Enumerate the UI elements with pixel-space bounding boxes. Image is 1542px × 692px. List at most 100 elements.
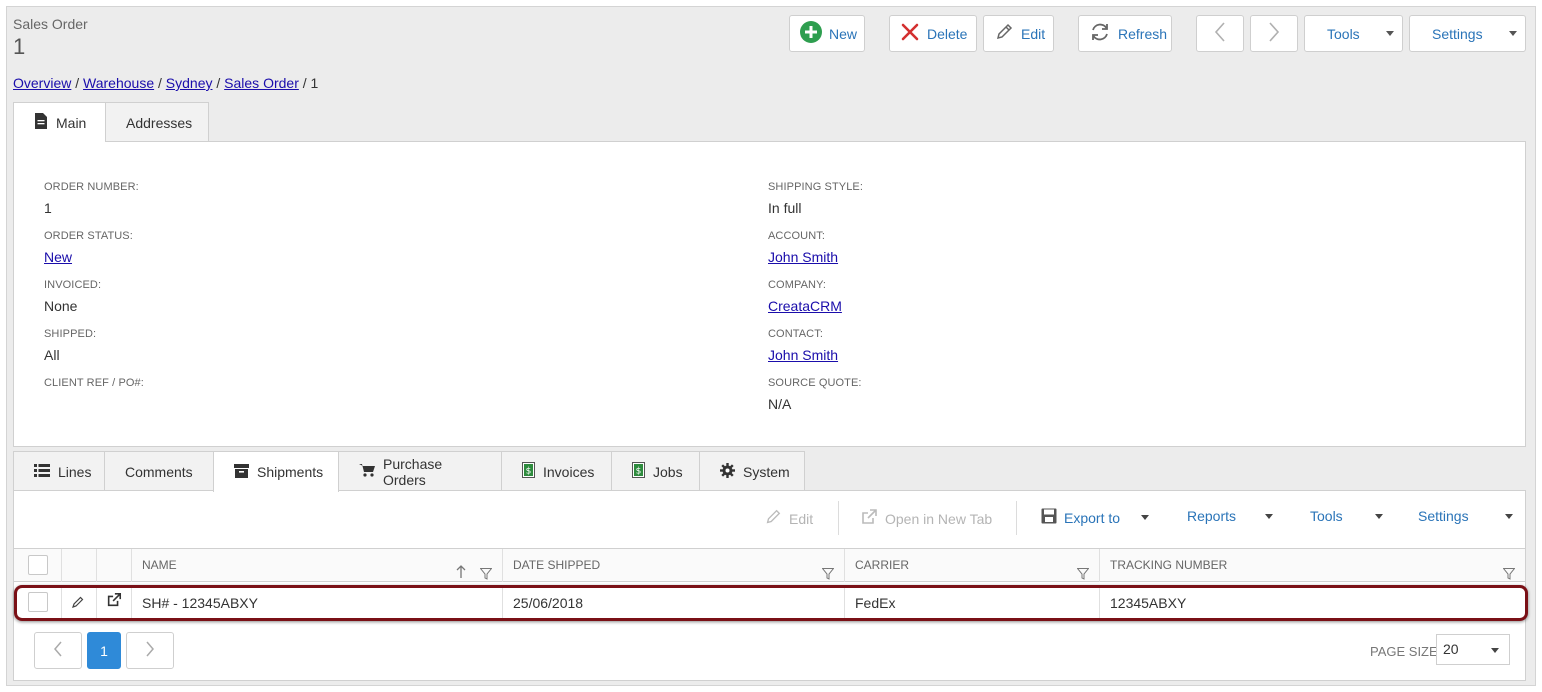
caret-down-icon [1491, 648, 1499, 653]
pencil-icon [994, 22, 1014, 45]
grid-edit-button[interactable]: Edit [764, 508, 813, 529]
column-header-name[interactable]: NAME [131, 549, 502, 582]
box-icon [234, 463, 249, 481]
source-quote-label: SOURCE QUOTE: [768, 377, 862, 389]
export-to-dropdown[interactable]: Export to [1041, 508, 1150, 527]
toolbar-divider [1016, 501, 1017, 535]
page-title: 1 [13, 34, 26, 59]
external-link-icon [860, 508, 878, 529]
tab-purchase-orders[interactable]: Purchase Orders [338, 451, 502, 491]
select-all-checkbox[interactable] [28, 555, 48, 575]
header-spacer [61, 549, 96, 582]
order-status-value: New [44, 249, 72, 265]
delete-button[interactable]: Delete [889, 15, 977, 52]
contact-value: John Smith [768, 347, 838, 363]
pager-next-button[interactable] [126, 632, 174, 669]
edit-button-label: Edit [1021, 25, 1046, 42]
tab-shipments-label: Shipments [257, 464, 324, 480]
pencil-icon [764, 508, 782, 529]
breadcrumb-link-sydney[interactable]: Sydney [166, 75, 213, 91]
new-button-label: New [829, 25, 858, 42]
svg-text:$: $ [526, 467, 532, 477]
grid-header: NAME DATE SHIPPED CARRIER TRACKING NUMBE… [14, 548, 1525, 582]
column-header-carrier-label: CARRIER [855, 558, 910, 572]
tab-invoices[interactable]: $ Invoices [501, 451, 612, 491]
tab-system[interactable]: System [699, 451, 805, 491]
new-button[interactable]: New [789, 15, 865, 52]
breadcrumb-link-warehouse[interactable]: Warehouse [83, 75, 154, 91]
order-status-link[interactable]: New [44, 249, 72, 265]
delete-button-label: Delete [927, 25, 968, 42]
cart-icon [359, 463, 375, 480]
contact-link[interactable]: John Smith [768, 347, 838, 363]
contact-label: CONTACT: [768, 328, 823, 340]
open-in-new-tab-label: Open in New Tab [885, 510, 993, 527]
grid-edit-label: Edit [789, 510, 814, 527]
plus-circle-icon [800, 21, 822, 46]
export-to-label: Export to [1064, 509, 1121, 526]
caret-down-icon [1509, 31, 1517, 36]
caret-down-icon [1141, 515, 1150, 520]
account-value: John Smith [768, 249, 838, 265]
tab-main[interactable]: Main [13, 102, 106, 142]
pager-previous-button[interactable] [34, 632, 82, 669]
account-link[interactable]: John Smith [768, 249, 838, 265]
breadcrumb-separator: / [75, 75, 80, 91]
gear-icon [720, 462, 735, 481]
row-highlight-annotation [14, 585, 1528, 621]
company-value: CreataCRM [768, 298, 842, 314]
tab-lines[interactable]: Lines [13, 451, 105, 491]
toolbar-divider [838, 501, 839, 535]
tab-lines-label: Lines [58, 463, 92, 480]
grid-tools-dropdown[interactable]: Tools [1310, 508, 1383, 524]
page-size-value: 20 [1443, 641, 1459, 657]
pager-page-button[interactable]: 1 [87, 632, 121, 669]
column-header-tracking-number[interactable]: TRACKING NUMBER [1099, 549, 1525, 582]
breadcrumb-link-sales-order[interactable]: Sales Order [224, 75, 299, 91]
tools-dropdown[interactable]: Tools [1304, 15, 1403, 52]
settings-dropdown[interactable]: Settings [1409, 15, 1526, 52]
tab-comments-label: Comments [125, 463, 193, 480]
tab-system-label: System [743, 463, 790, 480]
caret-down-icon [1504, 513, 1513, 519]
tab-shipments[interactable]: Shipments [213, 451, 339, 492]
column-header-date-shipped[interactable]: DATE SHIPPED [502, 549, 844, 582]
shipped-value: All [44, 347, 60, 363]
breadcrumb-separator: / [302, 75, 307, 91]
refresh-button[interactable]: Refresh [1078, 15, 1172, 52]
previous-record-button[interactable] [1196, 15, 1244, 52]
page-size-select[interactable]: 20 [1436, 634, 1510, 665]
invoiced-value: None [44, 298, 78, 314]
tab-addresses[interactable]: Addresses [105, 102, 209, 142]
save-disk-icon [1041, 508, 1057, 527]
breadcrumb-separator: / [216, 75, 221, 91]
grid-settings-dropdown[interactable]: Settings [1418, 508, 1513, 524]
header-spacer [96, 549, 131, 582]
open-in-new-tab-button[interactable]: Open in New Tab [860, 508, 992, 529]
tools-dropdown-label: Tools [1327, 25, 1360, 42]
breadcrumb-separator: / [158, 75, 162, 91]
tab-addresses-label: Addresses [126, 114, 193, 131]
settings-dropdown-label: Settings [1432, 25, 1483, 42]
page-size-label: PAGE SIZE [1370, 644, 1438, 659]
edit-button[interactable]: Edit [983, 15, 1054, 52]
account-label: ACCOUNT: [768, 230, 826, 242]
reports-dropdown[interactable]: Reports [1187, 508, 1274, 524]
tab-comments[interactable]: Comments [104, 451, 214, 491]
tab-invoices-label: Invoices [543, 463, 595, 480]
chevron-left-icon [1213, 21, 1227, 46]
tab-jobs[interactable]: $ Jobs [611, 451, 700, 491]
shipping-style-label: SHIPPING STYLE: [768, 181, 864, 193]
breadcrumb-link-overview[interactable]: Overview [13, 75, 71, 91]
list-icon [34, 463, 50, 480]
caret-down-icon [1374, 513, 1383, 519]
shipped-label: SHIPPED: [44, 328, 97, 340]
grid-tools-label: Tools [1310, 508, 1343, 524]
entity-type-label: Sales Order [13, 16, 88, 32]
company-link[interactable]: CreataCRM [768, 298, 842, 314]
column-header-carrier[interactable]: CARRIER [844, 549, 1099, 582]
svg-text:$: $ [636, 467, 642, 477]
dollar-doc-icon: $ [632, 462, 645, 481]
chevron-right-icon [1267, 21, 1281, 46]
next-record-button[interactable] [1250, 15, 1298, 52]
